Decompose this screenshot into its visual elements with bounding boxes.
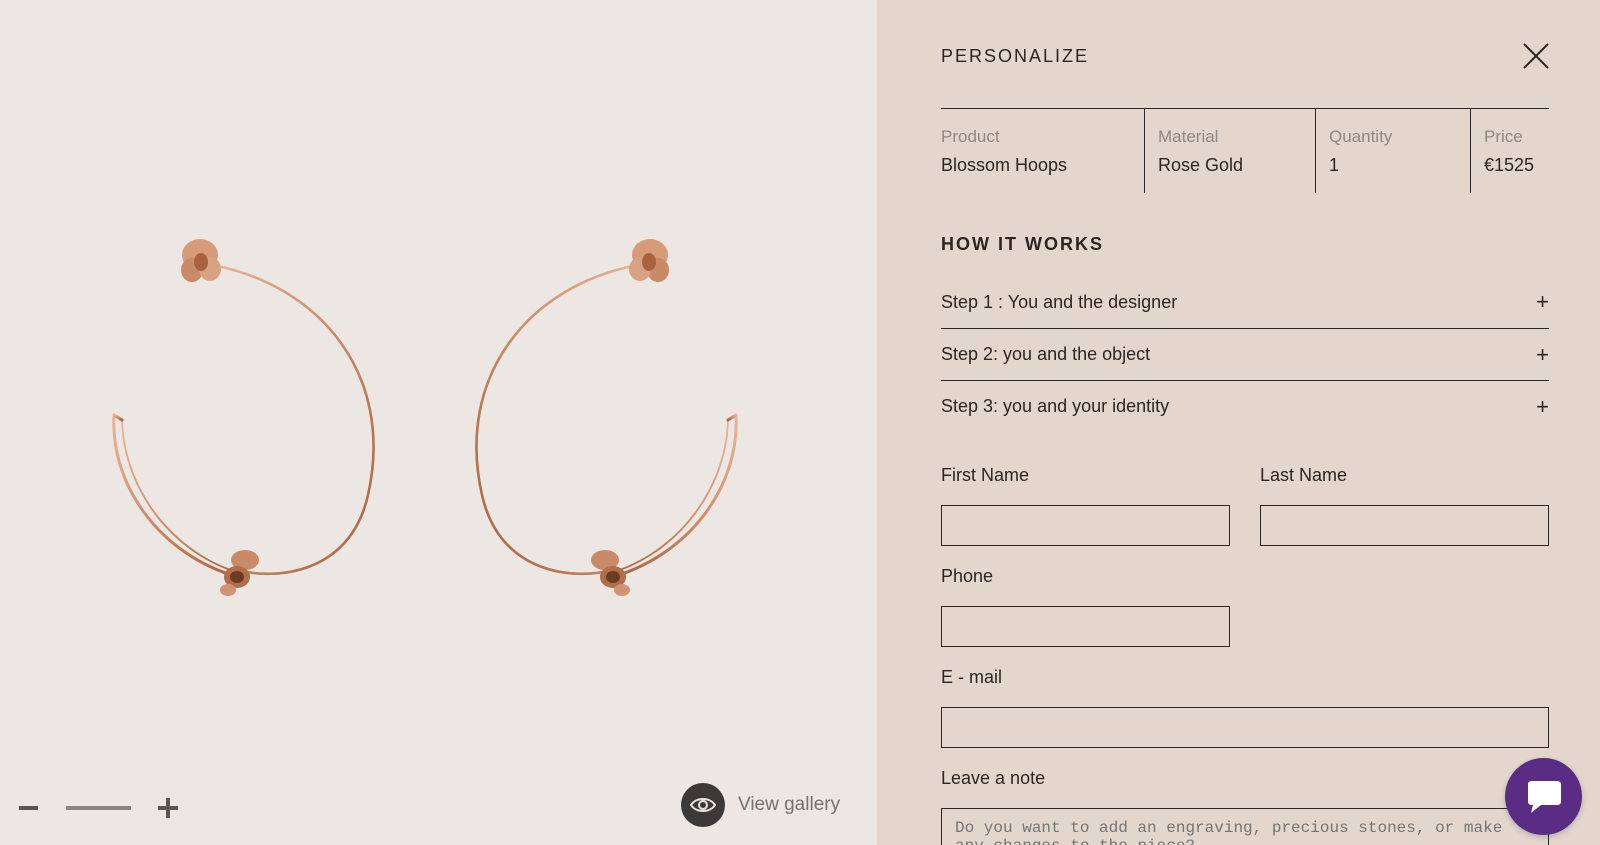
first-name-field[interactable] — [941, 505, 1230, 546]
chat-button[interactable] — [1505, 758, 1582, 835]
step-label: Step 1 : You and the designer — [941, 291, 1178, 312]
summary-label: Material — [1158, 127, 1219, 146]
plus-icon: + — [1536, 341, 1549, 367]
product-viewer: View gallery — [0, 0, 877, 845]
summary-label: Product — [941, 127, 1000, 146]
summary-value: Blossom Hoops — [941, 155, 1068, 175]
minus-icon — [18, 806, 38, 810]
summary-label: Quantity — [1329, 127, 1393, 146]
left-earring — [112, 260, 375, 579]
panel-title: PERSONALIZE — [941, 46, 1090, 66]
view-gallery-label: View gallery — [738, 794, 841, 815]
step-label: Step 3: you and your identity — [941, 396, 1170, 416]
phone-field[interactable] — [941, 606, 1230, 647]
zoom-in-button[interactable] — [158, 797, 180, 819]
first-name-label: First Name — [941, 465, 1030, 485]
email-field[interactable] — [941, 707, 1549, 748]
steps-accordion: Step 1 : You and the designer + Step 2: … — [941, 276, 1549, 432]
summary-value: Rose Gold — [1158, 155, 1244, 175]
personalize-panel: PERSONALIZE Product Blossom Hoops Materi… — [877, 0, 1600, 845]
accordion-step-2[interactable]: Step 2: you and the object + — [941, 328, 1549, 380]
email-label: E - mail — [941, 667, 1003, 687]
note-label: Leave a note — [941, 768, 1046, 788]
chat-icon — [1527, 780, 1561, 813]
note-field[interactable] — [941, 808, 1549, 845]
plus-icon: + — [1536, 393, 1549, 419]
summary-material: Material Rose Gold — [1144, 109, 1315, 193]
order-summary: Product Blossom Hoops Material Rose Gold… — [941, 108, 1549, 193]
close-icon[interactable] — [1523, 43, 1549, 69]
phone-label: Phone — [941, 566, 994, 586]
last-name-label: Last Name — [1260, 465, 1348, 485]
last-name-field[interactable] — [1260, 505, 1549, 546]
left-earring-blossom-top — [181, 239, 221, 282]
view-gallery-button[interactable]: View gallery — [681, 783, 840, 827]
accordion-step-1[interactable]: Step 1 : You and the designer + — [941, 276, 1549, 328]
eye-icon — [681, 783, 725, 827]
how-it-works-heading: HOW IT WORKS — [941, 234, 1104, 254]
plus-icon: + — [1536, 289, 1549, 314]
summary-quantity: Quantity 1 — [1315, 109, 1470, 193]
zoom-slider[interactable] — [66, 806, 131, 810]
zoom-out-button[interactable] — [18, 796, 38, 820]
summary-label: Price — [1484, 127, 1523, 146]
summary-value: €1525 — [1484, 155, 1535, 175]
summary-price: Price €1525 — [1470, 109, 1549, 193]
accordion-step-3[interactable]: Step 3: you and your identity + — [941, 380, 1549, 432]
summary-product: Product Blossom Hoops — [941, 109, 1144, 193]
product-image-blossom-hoops — [112, 239, 738, 596]
step-label: Step 2: you and the object — [941, 344, 1151, 364]
summary-value: 1 — [1329, 155, 1340, 175]
